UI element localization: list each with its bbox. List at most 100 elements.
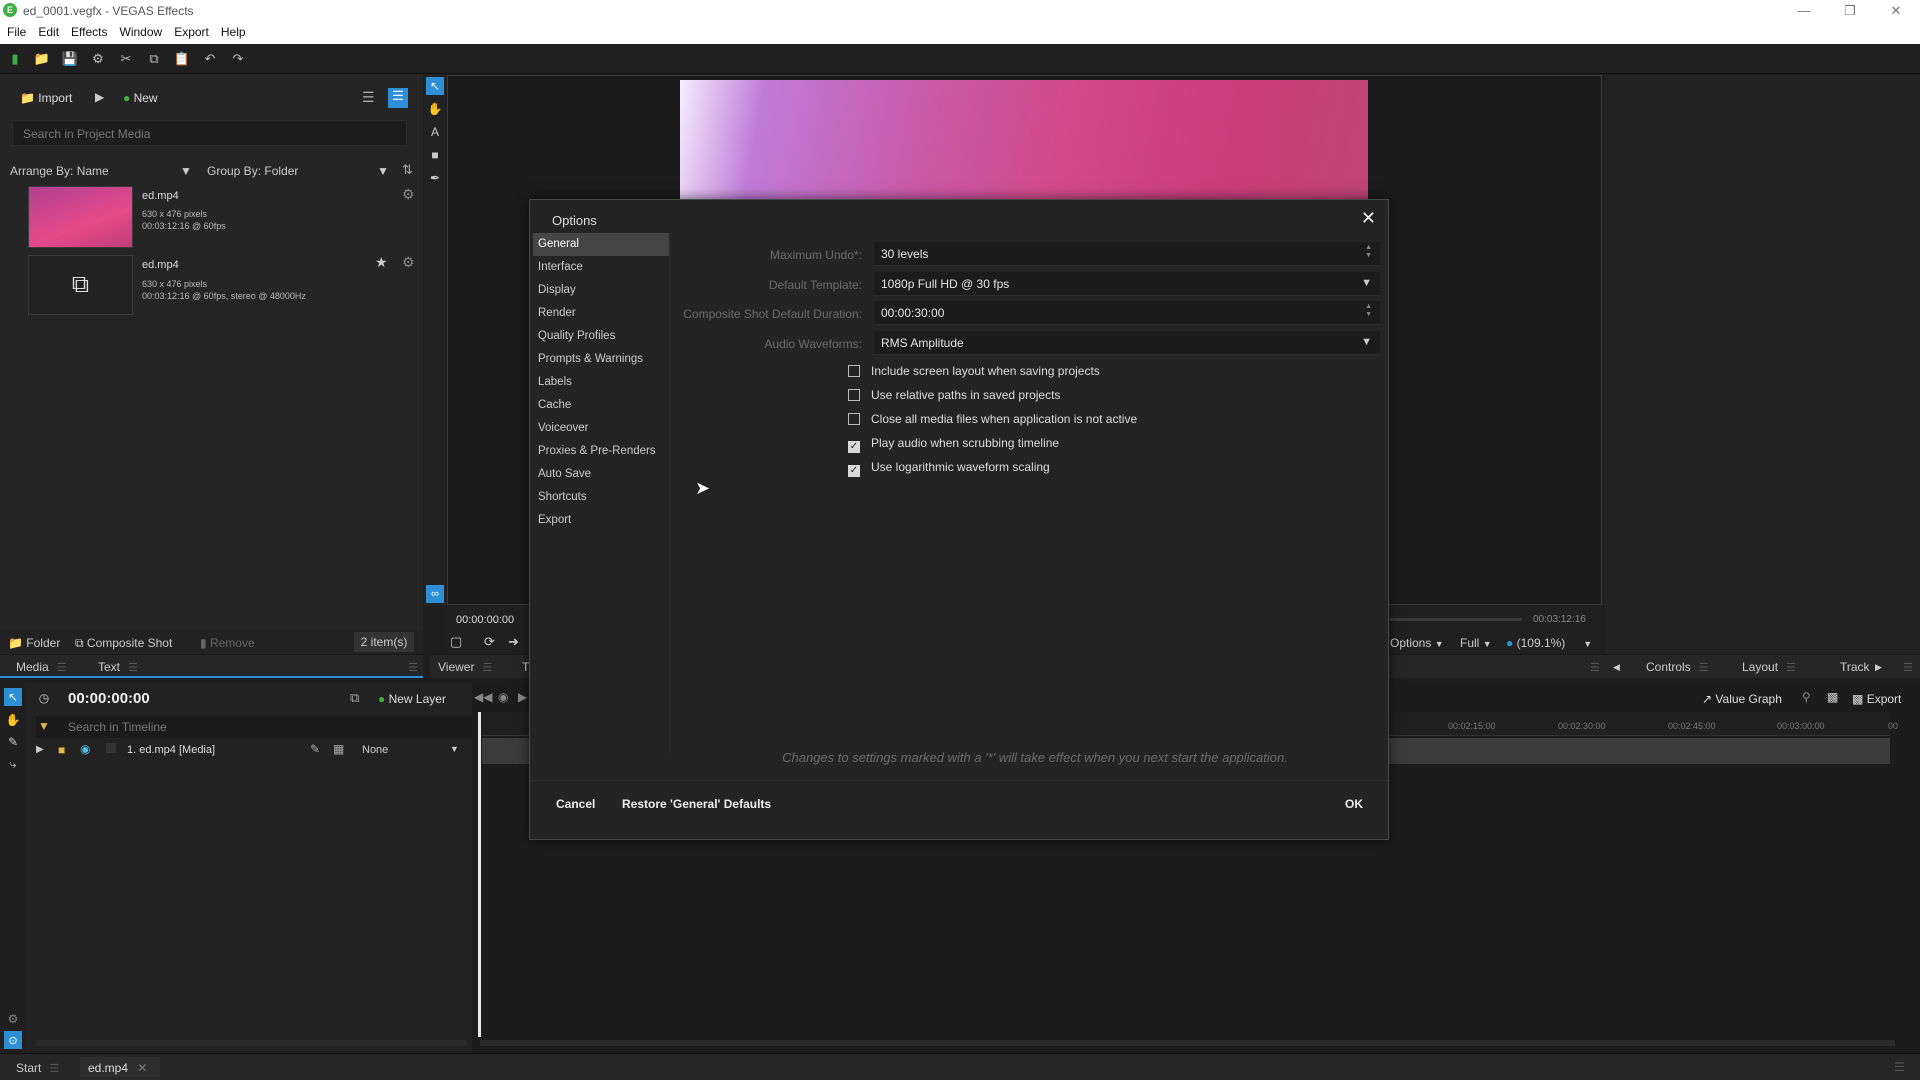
menu-effects[interactable]: Effects	[64, 22, 112, 39]
tab-viewer[interactable]: Viewer ☰	[438, 655, 492, 679]
remove-button[interactable]: ▮ Remove	[200, 636, 255, 650]
media-thumbnail-video[interactable]	[28, 186, 133, 248]
menu-icon[interactable]: ☰	[1786, 662, 1796, 674]
timeline-current-time[interactable]: 00:00:00:00	[68, 690, 150, 707]
close-media-checkbox[interactable]: Close all media files when application i…	[848, 412, 1137, 426]
ok-button[interactable]: OK	[1345, 797, 1363, 811]
import-button[interactable]: 📁 Import	[20, 91, 72, 105]
curve-tool-icon[interactable]: ⤷	[4, 755, 22, 773]
fit-icon[interactable]: ▢	[450, 634, 462, 650]
eye-icon[interactable]: ◉	[80, 742, 90, 756]
max-undo-input[interactable]: 30 levels ▲ ▼	[874, 242, 1380, 266]
razor-tool-icon[interactable]: ✎	[4, 733, 22, 751]
composite-shot-button[interactable]: ⧉ Composite Shot	[75, 636, 172, 651]
undo-icon[interactable]: ↶	[202, 51, 218, 67]
default-template-select[interactable]: 1080p Full HD @ 30 fps ▼	[874, 272, 1380, 296]
zoom-dropdown[interactable]: ● (109.1%) ▼	[1506, 636, 1592, 650]
settings-icon[interactable]: ⚙	[4, 1010, 22, 1028]
value-graph-button[interactable]: ↗ Value Graph	[1702, 692, 1782, 706]
menu-icon[interactable]: ☰	[128, 662, 138, 674]
tab-text[interactable]: Text ☰	[98, 655, 138, 679]
edit-icon[interactable]: ✎	[310, 742, 320, 756]
nav-render[interactable]: Render	[533, 302, 669, 325]
link-tool-icon[interactable]: ∞	[426, 585, 444, 603]
close-window-button[interactable]: ✕	[1873, 0, 1919, 22]
folder-button[interactable]: 📁 Folder	[8, 636, 60, 650]
settings-icon[interactable]: ⚙	[90, 51, 106, 67]
export-button[interactable]: ▩ Export	[1852, 692, 1901, 706]
add-composite-icon[interactable]: ⧉	[350, 690, 359, 706]
menu-export[interactable]: Export	[167, 22, 214, 39]
filter-icon[interactable]: ▼	[38, 719, 50, 733]
list-view-icon[interactable]: ☰	[362, 89, 375, 106]
checkbox-box[interactable]: ✓	[848, 441, 860, 453]
close-icon[interactable]: ✕	[137, 1061, 147, 1075]
options-dropdown[interactable]: Options ▼	[1390, 636, 1444, 650]
expand-layer-icon[interactable]: ▶	[36, 744, 44, 755]
nav-cache[interactable]: Cache	[533, 394, 669, 417]
minimize-button[interactable]: —	[1781, 0, 1827, 22]
checkbox-box[interactable]	[848, 365, 860, 377]
play-icon[interactable]: ▶	[95, 90, 104, 104]
star-icon[interactable]: ★	[375, 254, 388, 271]
checkbox-box[interactable]: ✓	[848, 465, 860, 477]
menu-icon[interactable]: ☰	[49, 1063, 59, 1075]
media-search-input[interactable]: Search in Project Media	[12, 120, 407, 146]
log-waveform-checkbox[interactable]: ✓ Use logarithmic waveform scaling	[848, 460, 1050, 477]
hand-tool-icon[interactable]: ✋	[4, 711, 22, 729]
menu-edit[interactable]: Edit	[31, 22, 64, 39]
play-audio-checkbox[interactable]: ✓ Play audio when scrubbing timeline	[848, 436, 1059, 453]
loop-icon[interactable]: ⟳	[484, 634, 495, 650]
checkbox-box[interactable]	[848, 389, 860, 401]
nav-display[interactable]: Display	[533, 279, 669, 302]
text-tool-icon[interactable]: A	[426, 123, 444, 141]
tab-document[interactable]: ed.mp4 ✕	[80, 1057, 160, 1077]
spinner-icon[interactable]: ▲ ▼	[1365, 244, 1372, 260]
menu-window[interactable]: Window	[113, 22, 168, 39]
panel-menu-icon[interactable]: ☰	[1895, 655, 1913, 679]
sort-icon[interactable]: ⇅	[402, 162, 413, 178]
nav-interface[interactable]: Interface	[533, 256, 669, 279]
menu-icon[interactable]: ☰	[1699, 662, 1709, 674]
snap-icon[interactable]: ⊙	[4, 1031, 22, 1049]
timeline-scrollbar[interactable]	[480, 1040, 1895, 1046]
layer-color-swatch[interactable]	[106, 743, 116, 753]
select-tool-icon[interactable]: ↖	[426, 77, 444, 95]
render-icon[interactable]: ▩	[1827, 690, 1838, 704]
tab-controls[interactable]: Controls ☰	[1646, 655, 1709, 679]
save-icon[interactable]: 💾	[62, 51, 78, 67]
audio-waveforms-select[interactable]: RMS Amplitude ▼	[874, 331, 1380, 355]
tab-media[interactable]: Media ☰	[16, 655, 67, 679]
arrange-by-select[interactable]: Arrange By: Name ▼	[10, 164, 192, 178]
tab-start[interactable]: Start ☰	[16, 1061, 59, 1075]
scroll-right-icon[interactable]: ▶	[1875, 655, 1882, 679]
paste-icon[interactable]: 📋	[174, 51, 190, 67]
restore-button[interactable]: ❐	[1827, 0, 1873, 22]
new-button[interactable]: ● New	[123, 91, 158, 105]
zoom-slider[interactable]	[36, 1040, 466, 1046]
pen-tool-icon[interactable]: ✒	[426, 169, 444, 187]
playhead[interactable]	[478, 712, 481, 1037]
nav-quality-profiles[interactable]: Quality Profiles	[533, 325, 669, 348]
new-layer-button[interactable]: ● New Layer	[378, 692, 446, 706]
copy-icon[interactable]: ⧉	[146, 51, 162, 67]
menu-file[interactable]: File	[0, 22, 31, 39]
menu-icon[interactable]: ☰	[482, 662, 492, 674]
close-icon[interactable]: ✕	[1361, 208, 1376, 229]
restore-defaults-button[interactable]: Restore 'General' Defaults	[622, 797, 771, 811]
new-project-icon[interactable]: ▮	[7, 51, 23, 67]
cut-icon[interactable]: ✂	[118, 51, 134, 67]
composite-duration-input[interactable]: 00:00:30:00 ▲ ▼	[874, 301, 1380, 325]
select-tool-icon[interactable]: ↖	[4, 688, 22, 706]
layer-name[interactable]: 1. ed.mp4 [Media]	[127, 744, 215, 756]
spinner-icon[interactable]: ▲ ▼	[1365, 303, 1372, 319]
menu-icon[interactable]: ☰	[57, 662, 67, 674]
nav-general[interactable]: General	[533, 233, 669, 256]
hand-tool-icon[interactable]: ✋	[426, 100, 444, 118]
nav-prompts-warnings[interactable]: Prompts & Warnings	[533, 348, 669, 371]
shape-tool-icon[interactable]: ■	[426, 146, 444, 164]
relative-paths-checkbox[interactable]: Use relative paths in saved projects	[848, 388, 1060, 402]
mask-icon[interactable]: ▦	[333, 742, 344, 756]
export-frame-icon[interactable]: ➜	[508, 634, 519, 650]
redo-icon[interactable]: ↷	[230, 51, 246, 67]
